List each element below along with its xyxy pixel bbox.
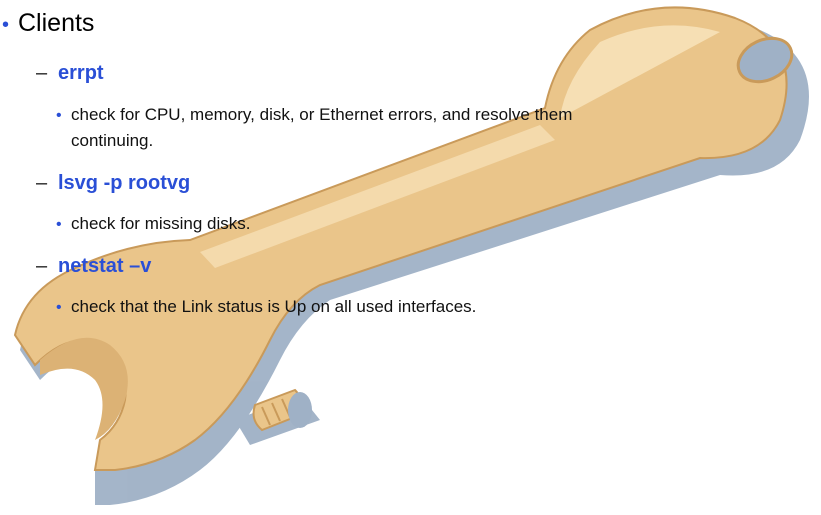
slide-content: • Clients – errpt • check for CPU, memory, … [0, 0, 821, 515]
item-dash: – [36, 62, 48, 84]
detail-line-continuation: continuing. [71, 130, 153, 152]
detail-line: • check for CPU, memory, disk, or Etherne… [56, 104, 572, 127]
detail-text: check for missing disks. [71, 214, 251, 233]
command-item-lsvg: – lsvg -p rootvg [36, 171, 190, 195]
detail-text: check for CPU, memory, disk, or Ethernet… [71, 105, 573, 124]
detail-line: • check for missing disks. [56, 213, 251, 236]
item-dash: – [36, 172, 48, 194]
command-name: errpt [58, 62, 104, 84]
command-item-errpt: – errpt [36, 61, 104, 85]
detail-bullet: • [56, 299, 62, 316]
detail-bullet: • [56, 216, 62, 233]
item-dash: – [36, 255, 48, 277]
detail-line: • check that the Link status is Up on all… [56, 296, 476, 319]
detail-bullet: • [56, 107, 62, 124]
command-item-netstat: – netstat –v [36, 254, 151, 278]
command-name: netstat –v [58, 255, 152, 277]
heading-label: Clients [18, 9, 95, 37]
heading-clients: • Clients [2, 8, 94, 40]
detail-text: check that the Link status is Up on all … [71, 297, 477, 316]
command-name: lsvg -p rootvg [58, 172, 191, 194]
detail-text: continuing. [71, 131, 154, 150]
heading-bullet: • [2, 14, 10, 36]
